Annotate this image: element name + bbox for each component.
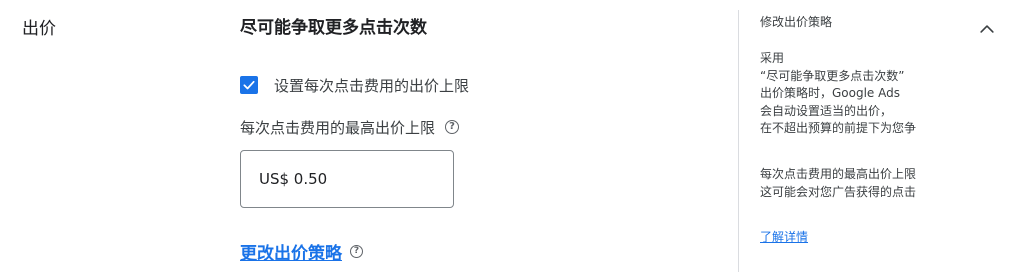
help-circle-icon[interactable]: ?: [350, 244, 363, 258]
max-cpc-field-label-row: 每次点击费用的最高出价上限 ?: [240, 116, 460, 138]
help-side-panel: 修改出价策略 采用 “尽可能争取更多点击次数” 出价策略时，Google Ads…: [760, 0, 980, 276]
change-strategy-row: 更改出价策略 ?: [240, 238, 363, 264]
max-cpc-checkbox[interactable]: [240, 76, 258, 94]
panel-divider: [738, 10, 739, 272]
change-bid-strategy-link[interactable]: 更改出价策略: [240, 239, 342, 264]
side-panel-title: 修改出价策略: [760, 15, 833, 29]
max-cpc-field-label: 每次点击费用的最高出价上限: [240, 118, 436, 137]
max-cpc-checkbox-label: 设置每次点击费用的出价上限: [274, 76, 470, 95]
strategy-heading: 尽可能争取更多点击次数: [240, 18, 427, 38]
max-cpc-input[interactable]: US$ 0.50: [240, 150, 454, 208]
max-cpc-checkbox-row[interactable]: 设置每次点击费用的出价上限: [240, 74, 469, 96]
check-icon: [243, 80, 255, 90]
help-circle-icon[interactable]: ?: [445, 120, 460, 134]
side-panel-description: 采用 “尽可能争取更多点击次数” 出价策略时，Google Ads 会自动设置适…: [760, 51, 917, 135]
collapse-button[interactable]: [974, 16, 1000, 42]
bidding-main-panel: 尽可能争取更多点击次数 设置每次点击费用的出价上限 每次点击费用的最高出价上限 …: [240, 0, 710, 276]
side-panel-description-2: 每次点击费用的最高出价上限 这可能会对您广告获得的点击: [760, 167, 917, 199]
section-title: 出价: [22, 19, 56, 39]
learn-more-link[interactable]: 了解详情: [760, 228, 808, 245]
chevron-up-icon: [980, 25, 994, 33]
